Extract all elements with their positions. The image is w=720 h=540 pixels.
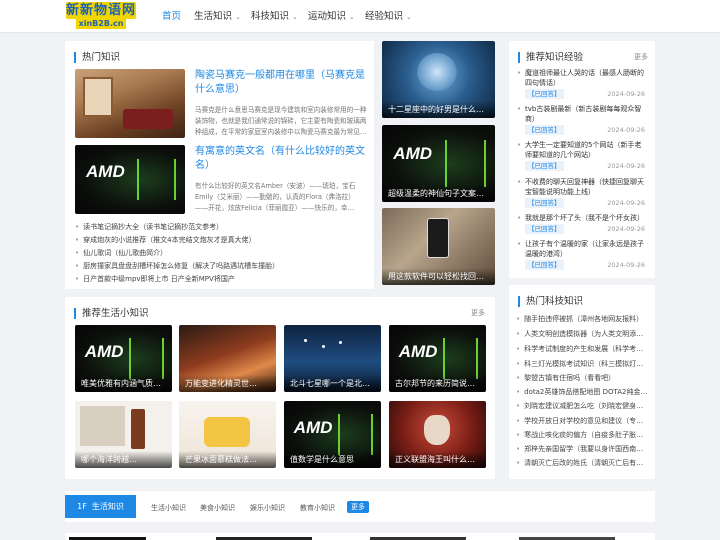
card-caption: 十二星座中的好男是什么… [382, 101, 495, 118]
list-item[interactable]: 清朝灭亡后改的姓氏（清朝灭亡后有… [516, 458, 650, 468]
logo-title: 新新物语网 [66, 2, 137, 19]
logo-domain: xinB2B.cn [76, 19, 126, 29]
life-card[interactable]: 芒果冰面慕糕做法… [179, 401, 276, 468]
list-item[interactable]: 科学考试制度的产生和发展（科学考… [516, 344, 650, 354]
list-item[interactable]: 仙儿歌词（仙儿歌曲简介） [75, 248, 365, 258]
more-link[interactable]: 更多 [471, 308, 485, 318]
card-caption: 哪个海洋跨越… [75, 451, 172, 468]
hot-item-image[interactable]: AMD [75, 145, 185, 214]
nav-home[interactable]: 首页 [162, 10, 181, 24]
section-title: 热门科技知识 [518, 296, 583, 307]
section-title: 推荐生活小知识 [74, 308, 149, 319]
list-item[interactable]: 大学生一定要知道的5个网站（新手老师要知道的几个网站） 【已回答】2024-09… [517, 140, 645, 171]
card-caption: 用这款软件可以轻松找回… [382, 268, 495, 285]
amd-logo-icon: AMD [293, 417, 333, 437]
nav-experience[interactable]: 经验知识 ⌄ [365, 10, 412, 24]
mid-card-3[interactable]: 用这款软件可以轻松找回… [382, 208, 495, 285]
list-item[interactable]: 让孩子有个温暖的家（让家永远是孩子温暖的港湾） 【已回答】2024-09-26 [517, 239, 645, 270]
item-date: 2024-09-26 [607, 225, 645, 233]
card-caption: 唯美优雅有内涵气质… [75, 375, 172, 392]
card-caption: 北斗七星哪一个是北… [284, 375, 381, 392]
tab-life-tips[interactable]: 生活小知识 [151, 503, 186, 513]
card-caption: 万能变进化精灵世… [179, 375, 276, 392]
list-item[interactable]: 日产首款中级mpv即将上市 日产全新MPV将国产 [75, 274, 365, 284]
mid-card-1[interactable]: 十二星座中的好男是什么… [382, 41, 495, 118]
hot-item-title[interactable]: 陶瓷马赛克一般都用在哪里（马赛克是什么意思） [195, 69, 365, 97]
list-item[interactable]: 学校开放日对学校的意见和建议（专… [516, 416, 650, 426]
site-header: 新新物语网 xinB2B.cn 首页 生活知识 ⌄ 科技知识 ⌄ 运动知识 ⌄ 经验知… [0, 0, 720, 33]
nav-tech[interactable]: 科技知识 ⌄ [251, 10, 298, 24]
list-item[interactable]: 人类文明创造模拟器（为人类文明添… [516, 329, 650, 339]
hot-item-desc: 有什么比较好的英文名Amber（安波）——琥珀，宝石 Emily（艾米丽）——勤… [195, 182, 356, 212]
hot-knowledge-panel: 热门知识 陶瓷马赛克一般都用在哪里（马赛克是什么意思） 马赛克是什么意思马赛克是… [65, 41, 374, 289]
chevron-down-icon: ⌄ [292, 13, 298, 21]
tab-entertainment-tips[interactable]: 娱乐小知识 [250, 503, 285, 513]
list-item[interactable]: 刘晓宏建议减肥怎么吃（刘晓宏健身… [516, 401, 650, 411]
life-card[interactable]: AMD 古尔邦节的来历简说… [389, 325, 486, 392]
gpu-icon [445, 140, 486, 187]
tab-education-tips[interactable]: 教育小知识 [300, 503, 335, 513]
hot-item-desc: 马赛克是什么意思马赛克是现今建筑和室内装修常用的一种装饰物，也就是我们通常说的锦… [195, 106, 367, 136]
status-badge: 【已回答】 [525, 161, 564, 171]
amd-logo-icon: AMD [86, 162, 125, 182]
list-item[interactable]: 随手拍违停被抓（漳州各地网友报料） [516, 314, 650, 324]
item-date: 2024-09-26 [607, 199, 645, 207]
amd-logo-icon: AMD [393, 144, 433, 164]
amd-logo-icon: AMD [398, 341, 438, 361]
life-card[interactable]: 北斗七星哪一个是北… [284, 325, 381, 392]
status-badge: 【已回答】 [525, 198, 564, 208]
item-date: 2024-09-26 [607, 126, 645, 134]
status-badge: 【已回答】 [525, 89, 564, 99]
chevron-down-icon: ⌄ [406, 13, 412, 21]
item-date: 2024-09-26 [607, 162, 645, 170]
card-caption: 正义联盟海王叫什么… [389, 451, 486, 468]
site-logo[interactable]: 新新物语网 xinB2B.cn [66, 2, 136, 30]
list-item[interactable]: 黎盟古镇有住宿吗（看看吧） [516, 373, 650, 383]
chevron-down-icon: ⌄ [235, 13, 241, 21]
more-link[interactable]: 更多 [634, 52, 648, 62]
mid-card-2[interactable]: AMD 超级温柔的神仙句子文案… [382, 125, 495, 202]
life-card[interactable]: 万能变进化精灵世… [179, 325, 276, 392]
list-item[interactable]: 郑梓先亲国留学（我要以身许国西南… [516, 444, 650, 454]
recommended-experience-panel: 推荐知识经验 更多 魔道祖师最让人哭的话（最感人肠断的四句情话） 【已回答】20… [509, 41, 655, 278]
list-item[interactable]: 厨房撞家具盘盘刮槽坏掉怎么修复（解决了吗路遇坑槽车撞胎） [75, 261, 365, 271]
amd-logo-icon: AMD [84, 341, 124, 361]
hot-item-title[interactable]: 有寓意的英文名（有什么比较好的英文名） [195, 145, 365, 173]
gpu-icon [443, 338, 479, 379]
status-badge: 【已回答】 [525, 260, 564, 270]
list-item[interactable]: 我就是那个坏了头（我不是个坏女孩） 【已回答】2024-09-26 [517, 213, 645, 234]
list-item[interactable]: tvb古装剧最新（新古装剧每每观众智商） 【已回答】2024-09-26 [517, 104, 645, 135]
gpu-icon [338, 414, 374, 455]
status-badge: 【已回答】 [525, 224, 564, 234]
floor-label[interactable]: 1F 生活知识 [65, 495, 136, 518]
list-item[interactable]: 寒战止咳化痰的偏方（自疫多肚子胀… [516, 430, 650, 440]
list-item[interactable]: dota2英雄饰品搭配地图 DOTA2纯金… [516, 387, 650, 397]
life-card[interactable]: AMD 值数学是什么意思 [284, 401, 381, 468]
item-date: 2024-09-26 [607, 90, 645, 98]
card-caption: 古尔邦节的来历简说… [389, 375, 486, 392]
life-card[interactable]: AMD 唯美优雅有内涵气质… [75, 325, 172, 392]
nav-sport[interactable]: 运动知识 ⌄ [308, 10, 355, 24]
life-card[interactable]: 哪个海洋跨越… [75, 401, 172, 468]
gpu-icon [129, 338, 165, 379]
section-title: 推荐知识经验 [518, 52, 583, 63]
floor-more-button[interactable]: 更多 [347, 501, 369, 513]
life-card[interactable]: 正义联盟海王叫什么… [389, 401, 486, 468]
list-item[interactable]: 穿成炮灰的小说推荐（推文4本完结文炮灰才是真大佬） [75, 235, 365, 245]
nav-life[interactable]: 生活知识 ⌄ [194, 10, 241, 24]
section-title: 热门知识 [74, 52, 120, 63]
list-item[interactable]: 不收费的聊天回复神器（快捷回复聊天宝智能说明功能上线） 【已回答】2024-09… [517, 177, 645, 208]
card-caption: 芒果冰面慕糕做法… [179, 451, 276, 468]
tab-food-tips[interactable]: 美食小知识 [200, 503, 235, 513]
list-item[interactable]: 读书笔记摘抄大全（读书笔记摘抄范文参考） [75, 222, 365, 232]
list-item[interactable]: 魔道祖师最让人哭的话（最感人肠断的四句情话） 【已回答】2024-09-26 [517, 68, 645, 99]
chevron-down-icon: ⌄ [349, 13, 355, 21]
list-item[interactable]: 科三灯光模拟考试知识（科三模拟灯… [516, 359, 650, 369]
item-date: 2024-09-26 [607, 261, 645, 269]
card-caption: 超级温柔的神仙句子文案… [382, 185, 495, 202]
card-caption: 值数学是什么意思 [284, 451, 381, 468]
status-badge: 【已回答】 [525, 125, 564, 135]
hot-item-image[interactable] [75, 69, 185, 138]
gpu-icon [136, 158, 177, 201]
